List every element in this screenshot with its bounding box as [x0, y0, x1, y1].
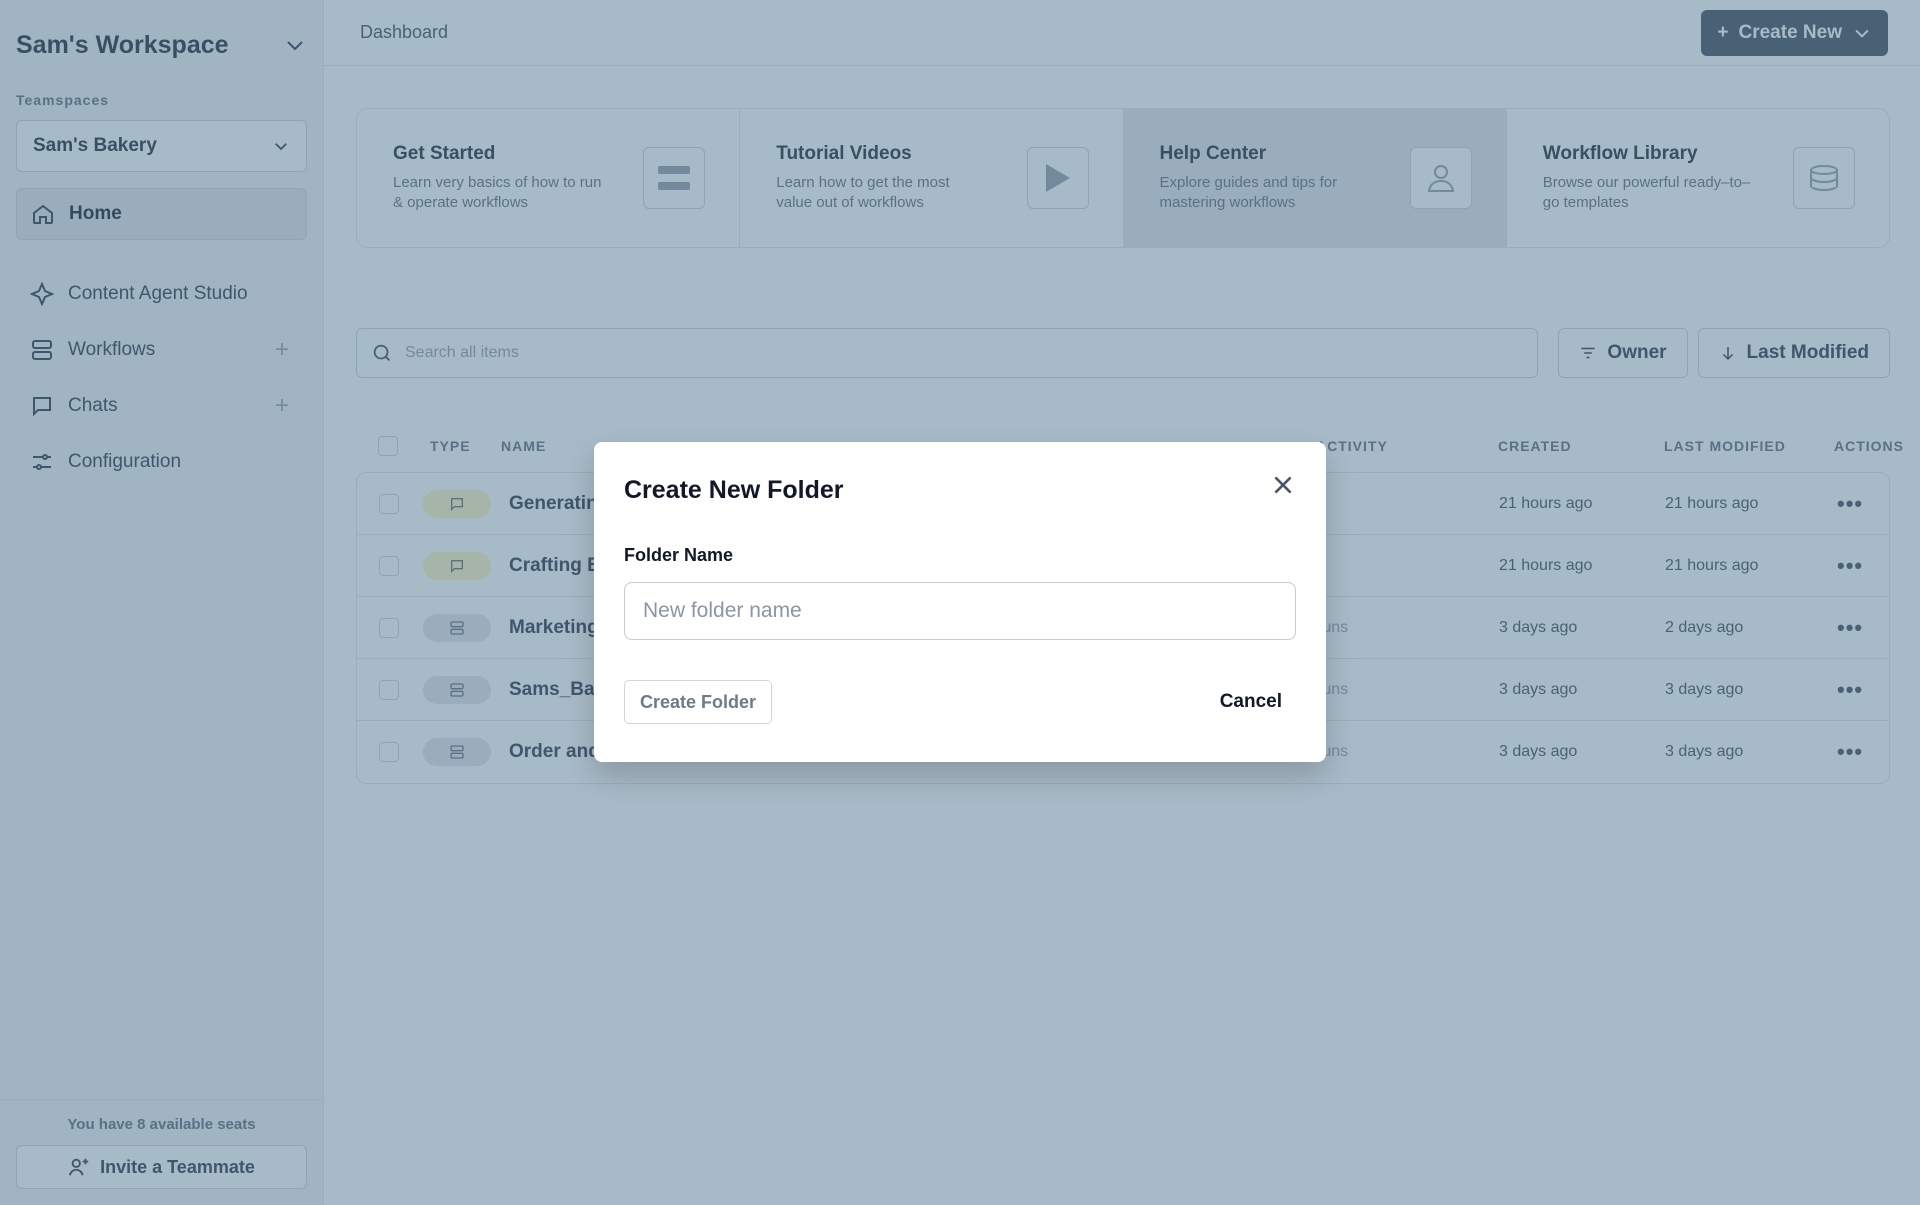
create-folder-dialog: Create New Folder Folder Name Create Fol… — [594, 442, 1326, 762]
close-icon[interactable] — [1270, 472, 1296, 498]
folder-name-input[interactable] — [624, 582, 1296, 640]
dialog-actions: Create Folder Cancel — [624, 680, 1296, 724]
folder-name-label: Folder Name — [624, 545, 734, 565]
dialog-title: Create New Folder — [624, 476, 844, 504]
create-folder-button[interactable]: Create Folder — [624, 680, 773, 724]
cancel-button[interactable]: Cancel — [1205, 680, 1296, 724]
